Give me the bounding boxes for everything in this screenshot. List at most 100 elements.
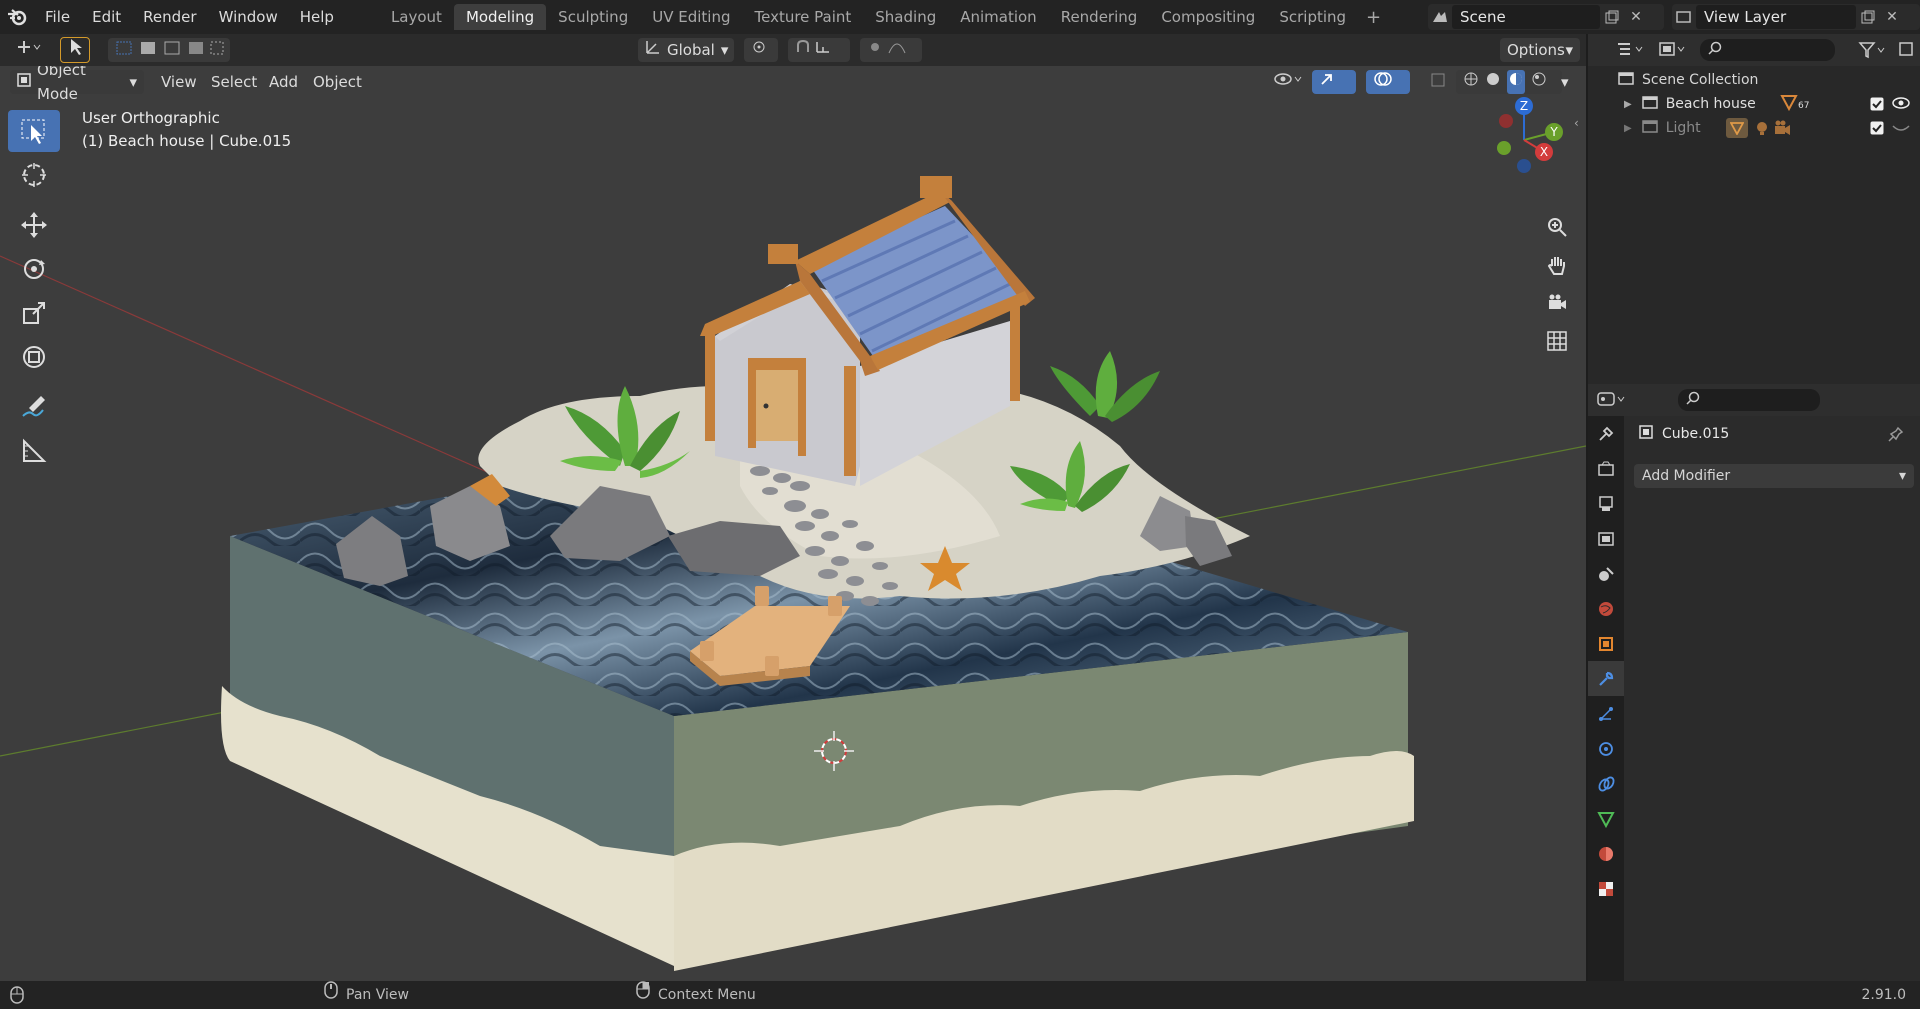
transform-tool-icon[interactable] — [8, 336, 60, 378]
texture-tab-icon[interactable] — [1588, 871, 1624, 906]
scene-icon[interactable] — [1428, 5, 1452, 29]
camera-view-icon[interactable] — [1542, 288, 1572, 318]
world-tab-icon[interactable] — [1588, 591, 1624, 626]
scale-tool-icon[interactable] — [8, 292, 60, 334]
measure-tool-icon[interactable] — [8, 430, 60, 472]
constraints-tab-icon[interactable] — [1588, 766, 1624, 801]
tab-compositing[interactable]: Compositing — [1149, 4, 1267, 30]
menu-add[interactable]: Add — [262, 70, 305, 94]
xray-toggle-icon[interactable] — [1424, 70, 1450, 94]
tab-shading[interactable]: Shading — [863, 4, 948, 30]
delete-view-layer-icon[interactable]: ✕ — [1880, 5, 1904, 29]
new-scene-icon[interactable] — [1600, 5, 1624, 29]
menu-edit[interactable]: Edit — [81, 0, 132, 34]
expand-arrow-icon[interactable]: ▶ — [1624, 123, 1632, 134]
editor-type-icon[interactable] — [8, 38, 48, 62]
object-mode-dropdown[interactable]: Object Mode ▾ — [10, 66, 144, 103]
move-tool-icon[interactable] — [8, 204, 60, 246]
expand-arrow-icon[interactable]: ▶ — [1624, 99, 1632, 110]
tool-tab-icon[interactable] — [1588, 416, 1624, 451]
particles-tab-icon[interactable] — [1588, 696, 1624, 731]
material-tab-icon[interactable] — [1588, 836, 1624, 871]
view-layer-tab-icon[interactable] — [1588, 521, 1624, 556]
menu-help[interactable]: Help — [289, 0, 345, 34]
zoom-icon[interactable] — [1542, 212, 1572, 242]
menu-file[interactable]: File — [34, 0, 81, 34]
eye-icon[interactable] — [1892, 96, 1910, 114]
search-icon — [1686, 391, 1700, 409]
add-workspace-button[interactable]: + — [1358, 7, 1389, 28]
output-tab-icon[interactable] — [1588, 486, 1624, 521]
select-tool-icon[interactable] — [60, 37, 90, 63]
selection-mode-buttons[interactable] — [108, 38, 230, 62]
pin-icon[interactable] — [1888, 426, 1904, 446]
properties-search-input[interactable] — [1678, 389, 1820, 411]
add-modifier-dropdown[interactable]: Add Modifier ▾ — [1634, 464, 1914, 488]
tab-texture-paint[interactable]: Texture Paint — [742, 4, 863, 30]
outliner-row-beach-house[interactable]: ▶ Beach house 67 — [1588, 92, 1920, 116]
checkbox-enabled-icon[interactable] — [1870, 97, 1884, 115]
physics-tab-icon[interactable] — [1588, 731, 1624, 766]
eye-closed-icon[interactable] — [1892, 122, 1910, 138]
blender-logo-icon[interactable] — [0, 0, 34, 34]
outliner-editor-type-icon[interactable] — [1616, 40, 1648, 62]
sidebar-toggle-chevron-icon[interactable]: ‹ — [1574, 116, 1579, 130]
properties-editor-type-icon[interactable] — [1596, 390, 1630, 412]
scene-collection-label: Scene Collection — [1642, 72, 1759, 88]
solid-shading-icon[interactable] — [1485, 70, 1501, 94]
grid-view-icon[interactable] — [1542, 326, 1572, 356]
visibility-icon[interactable] — [1266, 70, 1306, 94]
cursor-tool-icon[interactable] — [8, 154, 60, 196]
options-dropdown[interactable]: Options ▾ — [1500, 38, 1580, 62]
pan-hand-icon[interactable] — [1542, 250, 1572, 280]
menu-render[interactable]: Render — [132, 0, 207, 34]
add-modifier-label: Add Modifier — [1642, 468, 1731, 484]
proportional-editing-icon[interactable] — [860, 38, 922, 62]
display-mode-icon[interactable] — [1658, 40, 1690, 62]
rotate-tool-icon[interactable] — [8, 248, 60, 290]
scene-tab-icon[interactable] — [1588, 556, 1624, 591]
wireframe-shading-icon[interactable] — [1463, 70, 1479, 94]
delete-scene-icon[interactable]: ✕ — [1624, 5, 1648, 29]
object-tab-icon[interactable] — [1588, 626, 1624, 661]
tab-rendering[interactable]: Rendering — [1049, 4, 1150, 30]
tab-animation[interactable]: Animation — [948, 4, 1048, 30]
select-box-tool-icon[interactable] — [8, 110, 60, 152]
menu-view[interactable]: View — [154, 70, 204, 94]
pivot-point-icon[interactable] — [744, 38, 778, 62]
scene-name-field[interactable]: Scene — [1452, 5, 1600, 29]
menu-object[interactable]: Object — [306, 70, 369, 94]
rendered-shading-icon[interactable] — [1531, 70, 1547, 94]
mesh-data-tab-icon[interactable] — [1588, 801, 1624, 836]
gizmo-toggle-icon[interactable] — [1312, 70, 1356, 94]
menu-window[interactable]: Window — [208, 0, 289, 34]
view-layer-icon[interactable] — [1672, 5, 1696, 29]
new-collection-icon[interactable] — [1898, 40, 1916, 62]
filter-icon[interactable] — [1858, 41, 1888, 63]
shading-options-chevron-icon[interactable]: ▾ — [1554, 70, 1576, 94]
snapping-icon[interactable] — [788, 38, 850, 62]
outliner-search-input[interactable] — [1700, 39, 1835, 61]
navigation-gizmo[interactable]: Z Y X — [1470, 94, 1580, 194]
shading-mode-buttons[interactable] — [1456, 70, 1562, 94]
3d-viewport[interactable]: Object Mode ▾ View Select Add Object ▾ U… — [0, 66, 1586, 981]
object-count-badge: 67 — [1798, 101, 1810, 111]
render-tab-icon[interactable] — [1588, 451, 1624, 486]
view-layer-field[interactable]: View Layer — [1696, 5, 1856, 29]
tab-sculpting[interactable]: Sculpting — [546, 4, 640, 30]
outliner-row-scene-collection[interactable]: Scene Collection — [1588, 68, 1920, 92]
properties-header — [1588, 384, 1920, 416]
tab-scripting[interactable]: Scripting — [1267, 4, 1358, 30]
menu-select[interactable]: Select — [204, 70, 264, 94]
material-shading-icon[interactable] — [1507, 70, 1525, 94]
overlays-toggle-icon[interactable] — [1366, 70, 1410, 94]
outliner-row-light[interactable]: ▶ Light — [1588, 116, 1920, 140]
tab-layout[interactable]: Layout — [379, 4, 454, 30]
new-view-layer-icon[interactable] — [1856, 5, 1880, 29]
tab-modeling[interactable]: Modeling — [453, 4, 547, 30]
tab-uv-editing[interactable]: UV Editing — [640, 4, 742, 30]
checkbox-enabled-icon[interactable] — [1870, 121, 1884, 139]
modifier-tab-icon[interactable] — [1588, 661, 1624, 696]
annotate-tool-icon[interactable] — [8, 386, 60, 428]
transform-orientation-dropdown[interactable]: Global ▾ — [638, 38, 734, 62]
